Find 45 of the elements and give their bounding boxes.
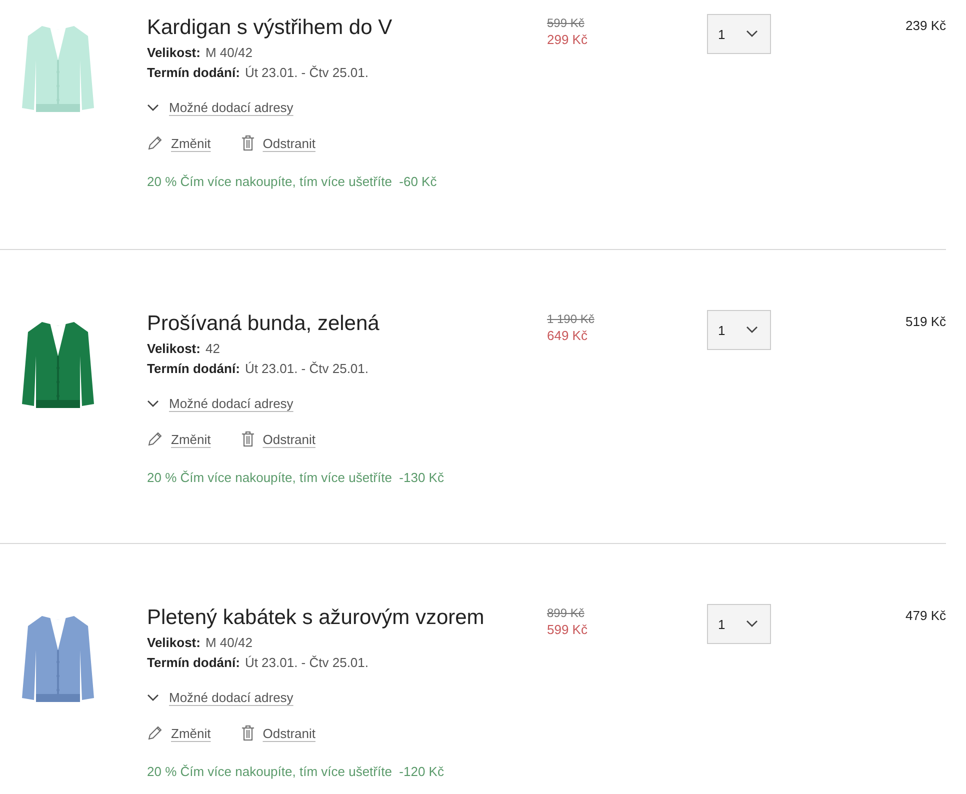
size-info: Velikost: 42 (147, 341, 220, 356)
remove-button[interactable]: Odstranit (240, 135, 316, 151)
original-price: 1 190 Kč (547, 312, 594, 326)
chevron-down-icon (746, 326, 758, 334)
product-title: Kardigan s výstřihem do V (147, 16, 392, 40)
pencil-icon (147, 725, 163, 741)
chevron-icon (147, 104, 159, 112)
original-price: 899 Kč (547, 606, 584, 620)
trash-icon (240, 135, 255, 151)
discount-note: 20 % Čím více nakoupíte, tím více ušetříte -130 Kč (147, 470, 444, 485)
line-total: 479 Kč (906, 607, 946, 625)
sale-price: 299 Kč (547, 32, 588, 47)
chevron-down-icon (746, 30, 758, 38)
chevron-icon (147, 694, 159, 702)
line-total: 239 Kč (906, 17, 946, 35)
delivery-addresses-toggle[interactable]: Možné dodací adresy (147, 100, 294, 115)
pencil-icon (147, 135, 163, 151)
quantity-select[interactable]: 1 (707, 14, 771, 54)
product-title: Prošívaná bunda, zelená (147, 312, 380, 336)
delivery-info: Termín dodání: Út 23.01. - Čtv 25.01. (147, 65, 369, 80)
quantity-select[interactable]: 1 (707, 310, 771, 350)
discount-note: 20 % Čím více nakoupíte, tím více ušetříte -120 Kč (147, 764, 444, 779)
trash-icon (240, 725, 255, 741)
delivery-addresses-toggle[interactable]: Možné dodací adresy (147, 690, 294, 705)
trash-icon (240, 431, 255, 447)
delivery-addresses-toggle[interactable]: Možné dodací adresy (147, 396, 294, 411)
edit-button[interactable]: Změnit (147, 725, 211, 741)
remove-button[interactable]: Odstranit (240, 431, 316, 447)
edit-button[interactable]: Změnit (147, 431, 211, 447)
sale-price: 599 Kč (547, 622, 588, 637)
original-price: 599 Kč (547, 16, 584, 30)
sale-price: 649 Kč (547, 328, 588, 343)
discount-note: 20 % Čím více nakoupíte, tím více ušetříte -60 Kč (147, 174, 437, 189)
edit-button[interactable]: Změnit (147, 135, 211, 151)
quantity-select[interactable]: 1 (707, 604, 771, 644)
product-title: Pletený kabátek s ažurovým vzorem (147, 606, 484, 630)
delivery-info: Termín dodání: Út 23.01. - Čtv 25.01. (147, 655, 369, 670)
pencil-icon (147, 431, 163, 447)
chevron-icon (147, 400, 159, 408)
delivery-info: Termín dodání: Út 23.01. - Čtv 25.01. (147, 361, 369, 376)
size-info: Velikost: M 40/42 (147, 635, 252, 650)
chevron-down-icon (746, 620, 758, 628)
line-total: 519 Kč (906, 313, 946, 331)
remove-button[interactable]: Odstranit (240, 725, 316, 741)
size-info: Velikost: M 40/42 (147, 45, 252, 60)
